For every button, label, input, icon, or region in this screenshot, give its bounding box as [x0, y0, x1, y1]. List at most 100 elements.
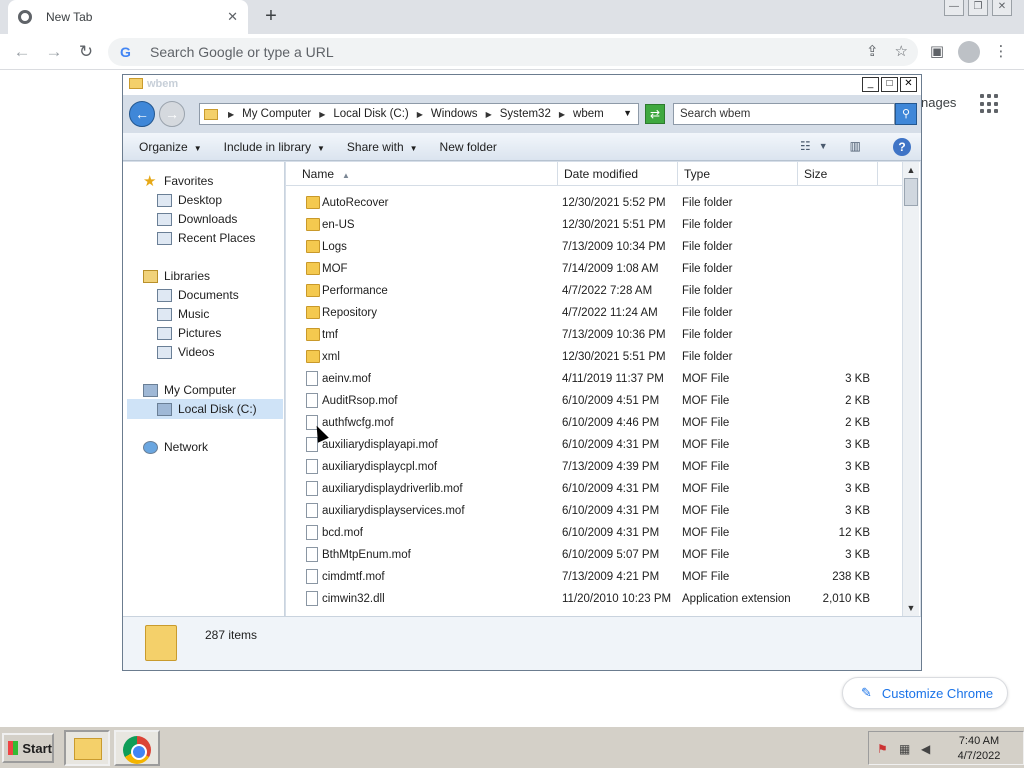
restore-button[interactable]: ❐: [968, 0, 988, 16]
column-date-modified[interactable]: Date modified: [558, 162, 678, 186]
view-options-icon[interactable]: ☷: [800, 139, 811, 153]
file-date: 7/14/2009 1:08 AM: [562, 263, 659, 275]
scroll-thumb[interactable]: [904, 178, 918, 206]
address-row: ← → ▶ My Computer ▶ Local Disk (C:) ▶ Wi…: [127, 99, 919, 129]
file-date: 7/13/2009 10:34 PM: [562, 241, 666, 253]
column-name[interactable]: Name ▲: [286, 162, 558, 186]
maximize-button[interactable]: □: [881, 77, 898, 92]
nav-my-computer[interactable]: My Computer: [143, 381, 236, 399]
nav-documents[interactable]: Documents: [157, 286, 239, 304]
file-row[interactable]: auxiliarydisplayservices.mof 6/10/2009 4:…: [286, 500, 902, 522]
file-row[interactable]: cimwin32.dll 11/20/2010 10:23 PM Applicati…: [286, 588, 902, 610]
file-row[interactable]: Logs 7/13/2009 10:34 PM File folder: [286, 236, 902, 258]
nav-libraries[interactable]: Libraries: [143, 267, 210, 285]
close-window-button[interactable]: ✕: [992, 0, 1012, 16]
column-type[interactable]: Type: [678, 162, 798, 186]
file-row[interactable]: auxiliarydisplayapi.mof 6/10/2009 4:31 PM…: [286, 434, 902, 456]
file-type: MOF File: [682, 483, 730, 495]
explorer-titlebar[interactable]: wbem _ □ ✕: [123, 75, 921, 95]
action-center-icon[interactable]: ⚑: [877, 742, 891, 756]
share-icon[interactable]: ⇪: [866, 42, 879, 60]
file-row[interactable]: Performance 4/7/2022 7:28 AM File folder: [286, 280, 902, 302]
nav-local-disk[interactable]: Local Disk (C:): [157, 400, 257, 418]
start-button[interactable]: Start: [2, 733, 54, 763]
taskbar-explorer-button[interactable]: [64, 730, 110, 766]
file-row[interactable]: BthMtpEnum.mof 6/10/2009 5:07 PM MOF File 3…: [286, 544, 902, 566]
file-row[interactable]: en-US 12/30/2021 5:51 PM File folder: [286, 214, 902, 236]
kebab-menu-icon[interactable]: ⋮: [990, 41, 1012, 63]
nav-downloads[interactable]: Downloads: [157, 210, 237, 228]
network-tray-icon[interactable]: ▦: [899, 742, 913, 756]
breadcrumb-local-disk[interactable]: Local Disk (C:): [333, 108, 408, 120]
star-icon[interactable]: ☆: [895, 42, 908, 60]
file-date: 6/10/2009 4:51 PM: [562, 395, 660, 407]
side-panel-icon[interactable]: ▣: [926, 41, 948, 63]
minimize-button[interactable]: —: [944, 0, 964, 16]
file-row[interactable]: bcd.mof 6/10/2009 4:31 PM MOF File 12 KB: [286, 522, 902, 544]
chrome-favicon-icon: [18, 10, 32, 24]
forward-icon[interactable]: →: [42, 40, 66, 64]
apps-grid-icon[interactable]: [980, 94, 1000, 114]
taskbar-chrome-button[interactable]: [114, 730, 160, 766]
search-icon[interactable]: ⚲: [895, 103, 917, 125]
share-with-button[interactable]: Share with ▼: [347, 140, 418, 154]
address-bar[interactable]: ▶ My Computer ▶ Local Disk (C:) ▶ Window…: [199, 103, 639, 125]
file-row[interactable]: Repository 4/7/2022 11:24 AM File folder: [286, 302, 902, 324]
search-input[interactable]: Search wbem: [673, 103, 895, 125]
breadcrumb-windows[interactable]: Windows: [431, 108, 478, 120]
nav-recent-places[interactable]: Recent Places: [157, 229, 255, 247]
breadcrumb-my-computer[interactable]: My Computer: [242, 108, 311, 120]
file-row[interactable]: MOF 7/14/2009 1:08 AM File folder: [286, 258, 902, 280]
help-icon[interactable]: ?: [893, 138, 911, 156]
customize-chrome-button[interactable]: ✎ Customize Chrome: [842, 677, 1008, 709]
tab-new-tab[interactable]: New Tab ✕: [8, 0, 248, 34]
file-row[interactable]: AutoRecover 12/30/2021 5:52 PM File folder: [286, 192, 902, 214]
scroll-up-icon[interactable]: ▲: [903, 162, 919, 178]
nav-pictures[interactable]: Pictures: [157, 324, 221, 342]
refresh-icon[interactable]: ⇄: [645, 104, 665, 124]
close-icon[interactable]: ✕: [227, 9, 238, 25]
new-folder-button[interactable]: New folder: [440, 140, 497, 154]
volume-icon[interactable]: ◀: [921, 742, 935, 756]
chevron-down-icon[interactable]: ▼: [819, 139, 828, 153]
minimize-button[interactable]: _: [862, 77, 879, 92]
nav-videos[interactable]: Videos: [157, 343, 214, 361]
images-link[interactable]: nages: [921, 95, 956, 110]
file-row[interactable]: cimdmtf.mof 7/13/2009 4:21 PM MOF File 238 …: [286, 566, 902, 588]
file-name: BthMtpEnum.mof: [322, 549, 411, 561]
nav-desktop[interactable]: Desktop: [157, 191, 222, 209]
omnibox[interactable]: G Search Google or type a URL ⇪ ☆: [108, 38, 918, 66]
preview-pane-icon[interactable]: ▥: [850, 139, 861, 153]
vertical-scrollbar[interactable]: ▲ ▼: [902, 162, 919, 616]
file-row[interactable]: tmf 7/13/2009 10:36 PM File folder: [286, 324, 902, 346]
close-button[interactable]: ✕: [900, 77, 917, 92]
new-tab-button[interactable]: +: [258, 4, 284, 30]
clock[interactable]: 7:40 AM 4/7/2022: [949, 734, 1009, 764]
chevron-down-icon[interactable]: ▼: [623, 108, 632, 118]
file-icon: [306, 393, 318, 408]
file-row[interactable]: xml 12/30/2021 5:51 PM File folder: [286, 346, 902, 368]
scroll-down-icon[interactable]: ▼: [903, 600, 919, 616]
file-row[interactable]: aeinv.mof 4/11/2019 11:37 PM MOF File 3 KB: [286, 368, 902, 390]
breadcrumb-wbem[interactable]: wbem: [573, 108, 604, 120]
forward-icon[interactable]: →: [159, 101, 185, 127]
file-date: 12/30/2021 5:51 PM: [562, 351, 666, 363]
column-size[interactable]: Size: [798, 162, 878, 186]
file-row[interactable]: AuditRsop.mof 6/10/2009 4:51 PM MOF File 2 …: [286, 390, 902, 412]
nav-music[interactable]: Music: [157, 305, 209, 323]
profile-icon[interactable]: [958, 41, 980, 63]
file-type: File folder: [682, 307, 733, 319]
column-header-row: Name ▲ Date modified Type Size: [286, 162, 902, 186]
breadcrumb-system32[interactable]: System32: [500, 108, 551, 120]
file-row[interactable]: auxiliarydisplaydriverlib.mof 6/10/2009 4…: [286, 478, 902, 500]
include-in-library-button[interactable]: Include in library ▼: [224, 140, 325, 154]
nav-network[interactable]: Network: [143, 438, 208, 456]
back-icon[interactable]: ←: [129, 101, 155, 127]
organize-button[interactable]: Organize ▼: [139, 140, 202, 154]
google-g-icon: G: [120, 44, 131, 60]
reload-icon[interactable]: ↻: [74, 40, 98, 64]
file-row[interactable]: authfwcfg.mof 6/10/2009 4:46 PM MOF File 2 …: [286, 412, 902, 434]
back-icon[interactable]: ←: [10, 40, 34, 64]
file-row[interactable]: auxiliarydisplaycpl.mof 7/13/2009 4:39 PM…: [286, 456, 902, 478]
nav-favorites[interactable]: ★ Favorites: [143, 172, 213, 190]
